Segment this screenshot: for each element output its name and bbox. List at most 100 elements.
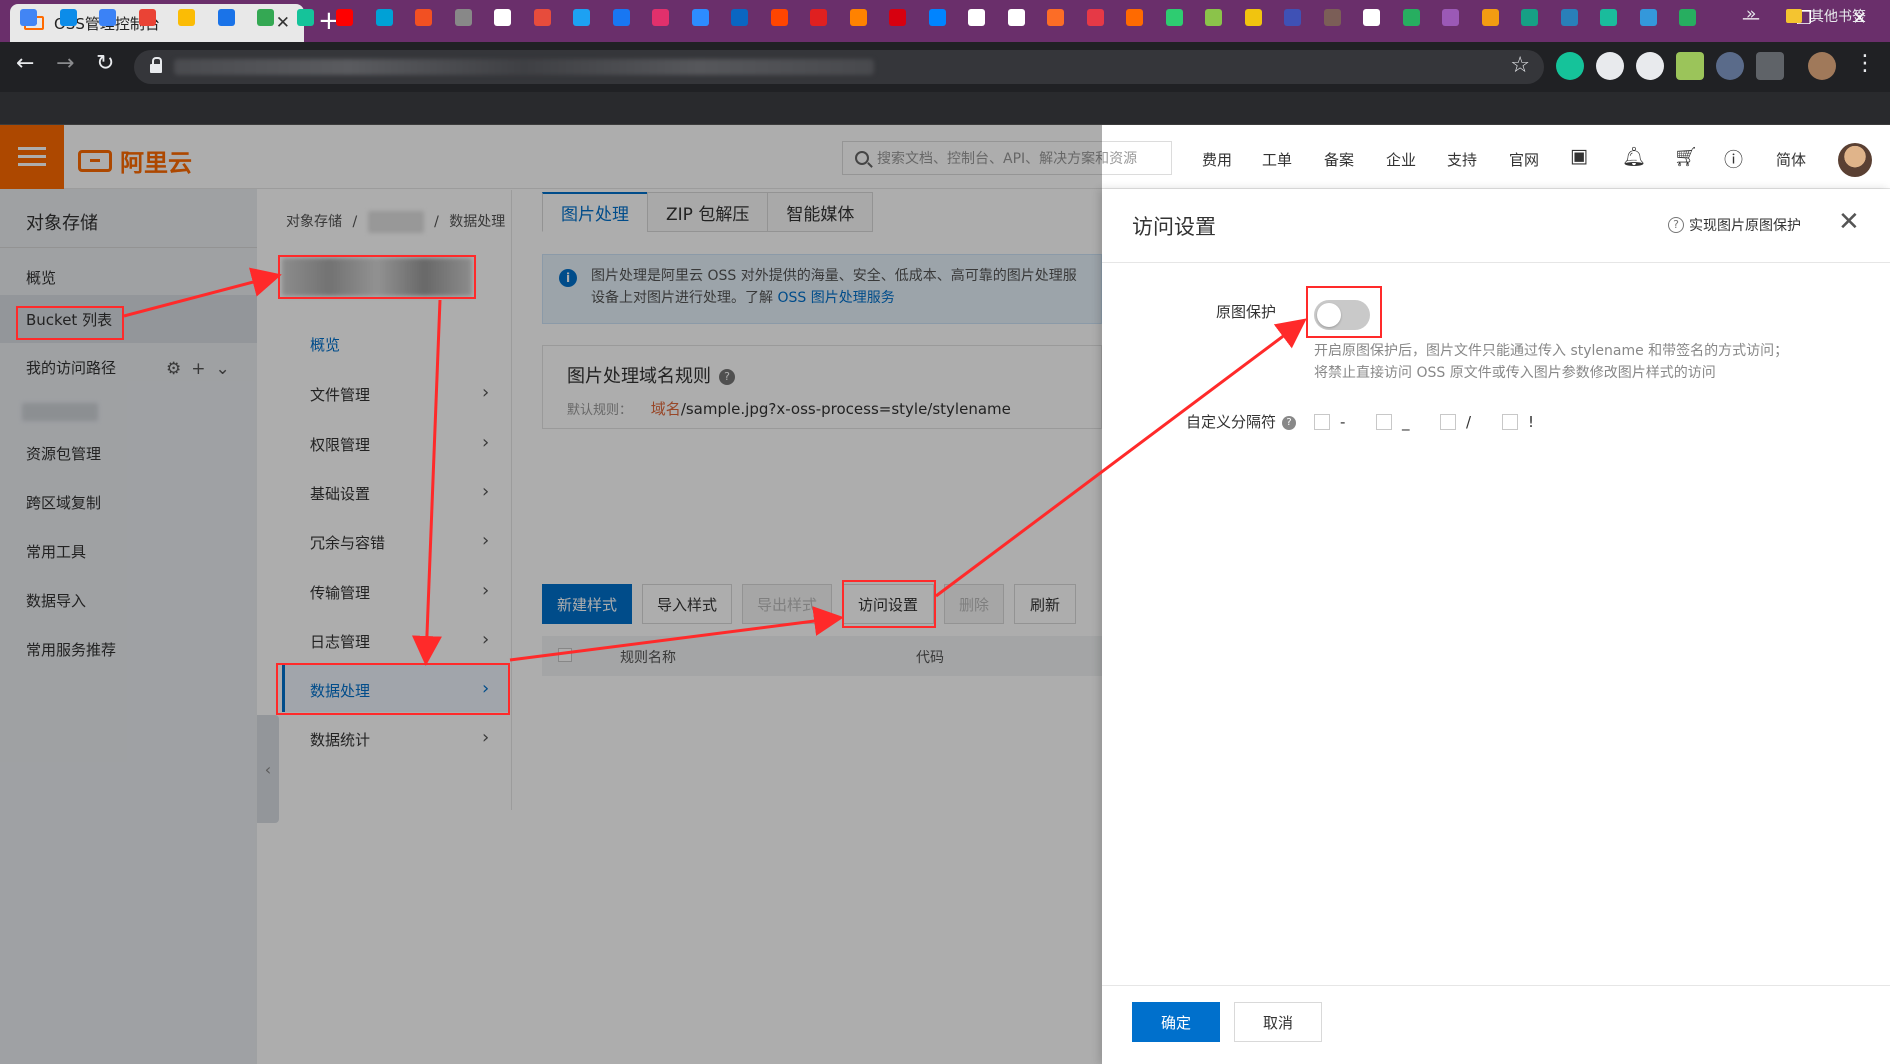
- extension-icon[interactable]: [1716, 52, 1744, 80]
- cancel-button[interactable]: 取消: [1234, 1002, 1322, 1042]
- nav-ticket[interactable]: 工单: [1262, 149, 1292, 170]
- bookmark-favicon-icon[interactable]: [849, 9, 867, 26]
- nav-official-site[interactable]: 官网: [1509, 149, 1539, 170]
- folder-icon: [1786, 9, 1802, 23]
- annotation-box-bucket-list: [16, 306, 124, 340]
- bookmark-favicon-icon[interactable]: [138, 9, 156, 26]
- bookmark-favicon-icon[interactable]: [1126, 9, 1143, 26]
- bookmark-favicon-icon[interactable]: [1007, 9, 1025, 26]
- terminal-icon[interactable]: ▣: [1570, 145, 1588, 167]
- tab-close-icon[interactable]: ✕: [276, 13, 290, 33]
- bookmark-favicon-icon[interactable]: [1402, 9, 1420, 26]
- bookmark-favicon-icon[interactable]: [1244, 9, 1262, 26]
- bookmark-favicon-icon[interactable]: [494, 9, 511, 26]
- bookmark-favicon-icon[interactable]: [770, 9, 788, 26]
- bookmark-favicon-icon[interactable]: [1481, 9, 1499, 26]
- bookmark-favicon-icon[interactable]: [1560, 9, 1578, 26]
- address-bar[interactable]: ☆: [134, 50, 1544, 84]
- help-icon[interactable]: ⓘ: [1724, 145, 1743, 172]
- bookmark-favicon-icon[interactable]: [99, 9, 116, 26]
- checkbox[interactable]: [1376, 414, 1392, 430]
- bookmark-favicon-icon[interactable]: [296, 9, 314, 26]
- lock-icon: [150, 57, 162, 73]
- bookmark-favicon-icon[interactable]: [1600, 9, 1617, 26]
- bookmark-favicon-icon[interactable]: [928, 9, 946, 26]
- cart-icon[interactable]: 🛒︎: [1674, 145, 1698, 168]
- separator-option-slash[interactable]: /: [1440, 413, 1471, 431]
- nav-enterprise[interactable]: 企业: [1386, 149, 1416, 170]
- bookmark-favicon-icon[interactable]: [59, 9, 77, 26]
- checkbox[interactable]: [1502, 414, 1518, 430]
- bookmarks-bar: [0, 92, 1890, 125]
- bookmark-favicon-icon[interactable]: [1442, 9, 1459, 26]
- confirm-button[interactable]: 确定: [1132, 1002, 1220, 1042]
- grammarly-extension-icon[interactable]: [1556, 52, 1584, 80]
- separator-label-group: 自定义分隔符?: [1186, 411, 1297, 432]
- other-bookmarks-folder[interactable]: 其他书签: [1810, 6, 1866, 26]
- drawer-overlay-mask[interactable]: [0, 125, 1102, 1064]
- checkbox[interactable]: [1314, 414, 1330, 430]
- nav-support[interactable]: 支持: [1447, 149, 1477, 170]
- protect-hint: 开启原图保护后，图片文件只能通过传入 stylename 和带签名的方式访问；将…: [1314, 343, 1789, 381]
- annotation-box-access-settings: [842, 580, 936, 628]
- bookmarks-overflow-button[interactable]: »: [1746, 4, 1756, 24]
- checkbox[interactable]: [1440, 414, 1456, 430]
- bookmark-favicon-icon[interactable]: [1165, 9, 1183, 26]
- drawer-header: 访问设置 ? 实现图片原图保护 ✕: [1102, 189, 1890, 263]
- bookmark-favicon-icon[interactable]: [731, 9, 748, 26]
- bookmark-favicon-icon[interactable]: [691, 9, 709, 26]
- drawer-close-icon[interactable]: ✕: [1838, 207, 1860, 237]
- bookmark-favicon-icon[interactable]: [1284, 9, 1301, 26]
- bookmark-favicon-icon[interactable]: [257, 9, 274, 26]
- bookmark-favicon-icon[interactable]: [1679, 9, 1696, 26]
- bookmark-favicon-icon[interactable]: [889, 9, 906, 26]
- bookmark-favicon-icon[interactable]: [1363, 9, 1380, 26]
- bookmark-favicon-icon[interactable]: [1521, 9, 1538, 26]
- drawer-footer: 确定 取消: [1102, 985, 1890, 1064]
- nav-icp[interactable]: 备案: [1324, 149, 1354, 170]
- separator-option-underscore[interactable]: _: [1376, 413, 1410, 431]
- bookmark-star-icon[interactable]: ☆: [1510, 53, 1530, 78]
- language-switch[interactable]: 简体: [1776, 149, 1806, 170]
- bookmark-favicon-icon[interactable]: [178, 9, 195, 26]
- bookmark-favicon-icon[interactable]: [1086, 9, 1104, 26]
- reload-button[interactable]: ↻: [96, 51, 114, 76]
- separator-option-exclamation[interactable]: !: [1502, 413, 1534, 431]
- separator-option-dash[interactable]: -: [1314, 413, 1345, 431]
- extension-icon[interactable]: [1596, 52, 1624, 80]
- tab-title: OSS管理控制台: [54, 13, 276, 34]
- bookmark-favicon-icon[interactable]: [1639, 9, 1657, 26]
- extension-icon[interactable]: [1676, 52, 1704, 80]
- annotation-box-data-processing: [276, 663, 510, 715]
- bookmark-favicon-icon[interactable]: [533, 9, 551, 26]
- bookmark-favicon-icon[interactable]: [612, 9, 630, 26]
- user-avatar[interactable]: [1838, 143, 1872, 177]
- bell-icon[interactable]: 🔔︎: [1622, 145, 1646, 168]
- bookmark-favicon-icon[interactable]: [1205, 9, 1222, 26]
- bookmark-favicon-icon[interactable]: [336, 9, 353, 26]
- bookmark-favicon-icon[interactable]: [810, 9, 827, 26]
- question-icon[interactable]: ?: [1282, 415, 1297, 430]
- bookmark-favicon-icon[interactable]: [1047, 9, 1064, 26]
- bookmark-favicon-icon[interactable]: [375, 9, 393, 26]
- separator-label: 自定义分隔符: [1186, 413, 1277, 431]
- camera-extension-icon[interactable]: [1756, 52, 1784, 80]
- browser-menu-icon[interactable]: ⋮: [1854, 51, 1876, 76]
- drawer-title: 访问设置: [1132, 215, 1216, 239]
- annotation-box-toggle: [1306, 286, 1382, 338]
- drawer-help-link[interactable]: ? 实现图片原图保护: [1668, 215, 1801, 235]
- forward-button[interactable]: →: [56, 51, 74, 76]
- bookmark-favicon-icon[interactable]: [573, 9, 590, 26]
- nav-billing[interactable]: 费用: [1202, 149, 1232, 170]
- bookmark-favicon-icon[interactable]: [652, 9, 669, 26]
- bookmark-favicon-icon[interactable]: [1323, 9, 1341, 26]
- profile-avatar[interactable]: [1808, 52, 1836, 80]
- bookmark-favicon-icon[interactable]: [217, 9, 235, 26]
- bookmark-favicon-icon[interactable]: [20, 9, 37, 26]
- extension-icon[interactable]: [1636, 52, 1664, 80]
- back-button[interactable]: ←: [16, 51, 34, 76]
- access-settings-drawer: 访问设置 ? 实现图片原图保护 ✕ 原图保护 开启原图保护后，图片文件只能通过传…: [1102, 189, 1890, 1064]
- bookmark-favicon-icon[interactable]: [415, 9, 432, 26]
- bookmark-favicon-icon[interactable]: [968, 9, 985, 26]
- bookmark-favicon-icon[interactable]: [454, 9, 472, 26]
